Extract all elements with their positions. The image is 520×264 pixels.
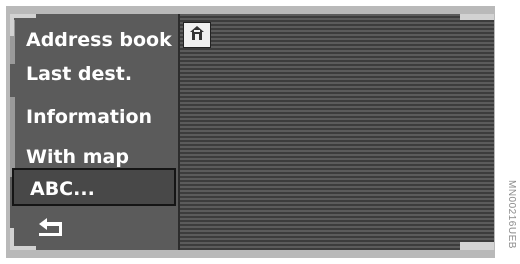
home-icon (189, 25, 205, 45)
return-arrow-icon[interactable] (36, 214, 66, 242)
menu-item-last-dest[interactable]: Last dest. (10, 55, 178, 93)
menu-item-abc[interactable]: ABC... (12, 168, 176, 206)
corner-bracket (10, 228, 14, 250)
home-button[interactable] (183, 22, 211, 48)
figure-code: MN00216UEB (506, 180, 517, 249)
map-view[interactable] (180, 14, 494, 250)
menu-item-information[interactable]: Information (10, 98, 178, 136)
corner-bracket (10, 14, 14, 36)
side-menu: Address book Last dest. Information With… (10, 14, 180, 250)
corner-bracket (460, 242, 494, 250)
menu-item-address-book[interactable]: Address book (10, 21, 178, 59)
corner-bracket (460, 14, 494, 20)
navigation-screen: Address book Last dest. Information With… (10, 14, 494, 250)
